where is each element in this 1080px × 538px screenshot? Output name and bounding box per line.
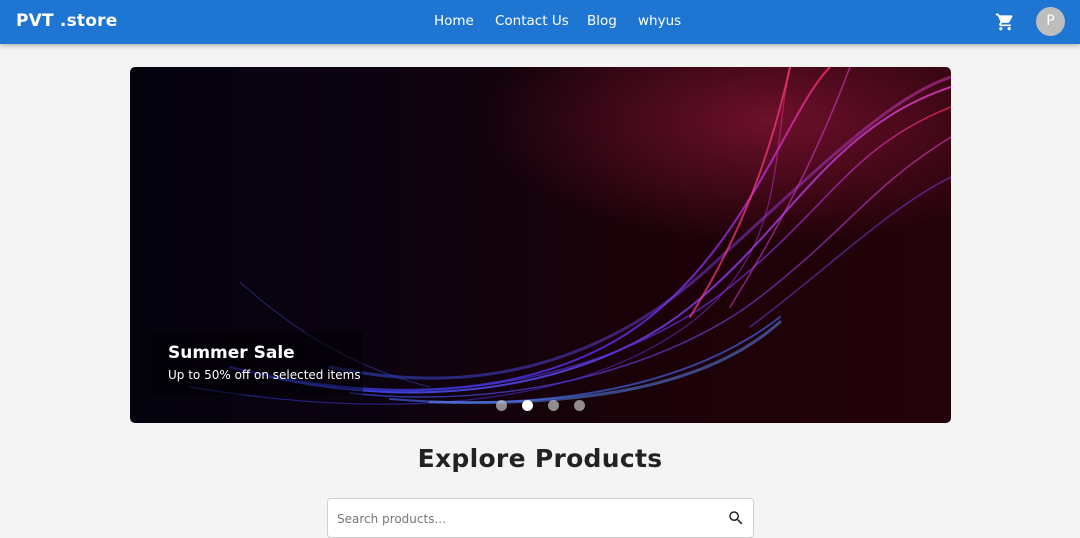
hero-caption: Summer Sale Up to 50% off on selected it… [152, 332, 363, 395]
nav-link-contact-us[interactable]: Contact Us [495, 13, 569, 29]
product-search-box [327, 498, 754, 538]
search-icon[interactable] [727, 509, 745, 527]
hero-subtitle: Up to 50% off on selected items [168, 368, 361, 382]
app-bar: PVT .store Home Contact Us Blog whyus P [0, 0, 1080, 44]
hero-title: Summer Sale [168, 343, 295, 363]
carousel-dot-4[interactable] [574, 400, 585, 411]
hero-carousel[interactable]: Summer Sale Up to 50% off on selected it… [130, 67, 951, 423]
search-input[interactable] [337, 510, 707, 528]
user-avatar[interactable]: P [1036, 7, 1065, 36]
carousel-dot-2[interactable] [522, 400, 533, 411]
main-nav: Home Contact Us Blog whyus [0, 13, 1080, 33]
carousel-dot-1[interactable] [496, 400, 507, 411]
carousel-indicators [130, 400, 951, 412]
shopping-cart-icon[interactable] [995, 12, 1015, 32]
nav-link-blog[interactable]: Blog [587, 13, 617, 29]
nav-link-whyus[interactable]: whyus [638, 13, 681, 29]
section-title: Explore Products [417, 444, 663, 473]
carousel-dot-3[interactable] [548, 400, 559, 411]
nav-link-home[interactable]: Home [434, 13, 474, 29]
